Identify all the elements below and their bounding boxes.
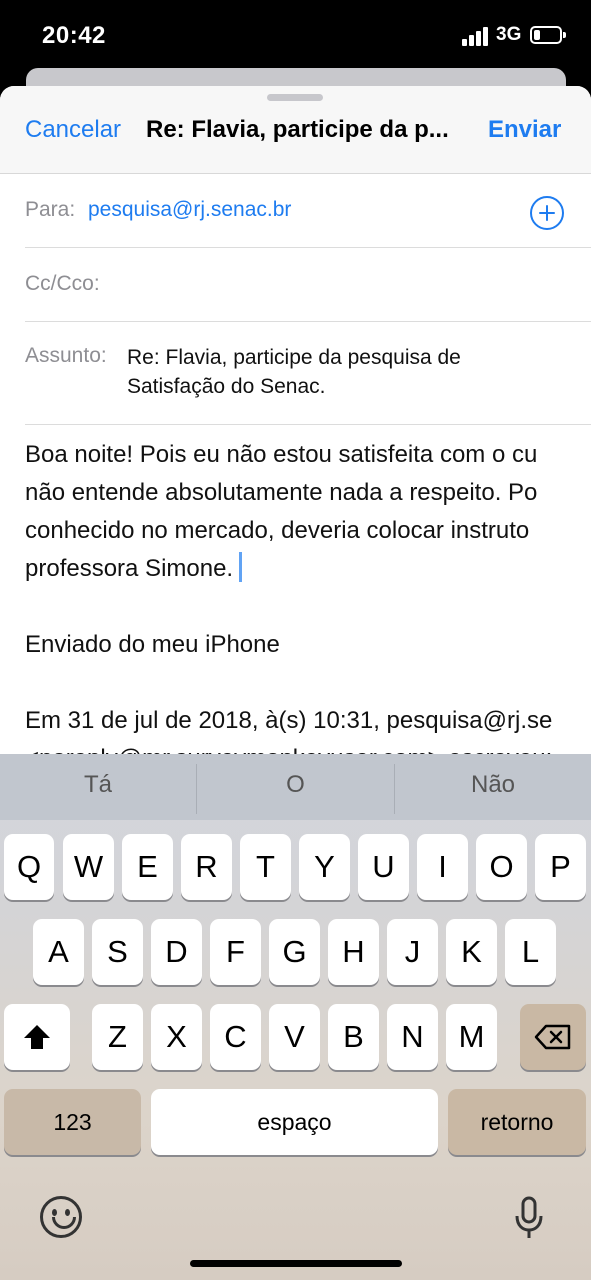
microphone-icon[interactable] [512,1196,546,1240]
space-key[interactable]: espaço [151,1089,438,1155]
backspace-key[interactable] [520,1004,586,1070]
send-button[interactable]: Enviar [488,116,561,144]
key-a[interactable]: A [33,919,84,985]
to-recipient[interactable]: pesquisa@rj.senac.br [88,198,291,222]
prediction-1[interactable]: Tá [0,754,196,820]
numbers-key[interactable]: 123 [4,1089,141,1155]
subject-label: Assunto: [25,344,107,367]
to-field[interactable]: Para: pesquisa@rj.senac.br [25,174,591,248]
cellular-signal-icon [462,26,490,46]
text-cursor [239,552,243,582]
key-l[interactable]: L [505,919,556,985]
return-key[interactable]: retorno [448,1089,586,1155]
compose-title: Re: Flavia, participe da p... [146,116,449,143]
body-line: professora Simone. [25,555,234,582]
key-x[interactable]: X [151,1004,202,1070]
key-k[interactable]: K [446,919,497,985]
key-b[interactable]: B [328,1004,379,1070]
body-line: conhecido no mercado, deveria colocar in… [25,517,530,544]
status-bar: 20:42 3G [0,0,591,72]
key-d[interactable]: D [151,919,202,985]
subject-line: Satisfação do Senac. [127,375,326,398]
compose-sheet: Cancelar Re: Flavia, participe da p... E… [0,86,591,766]
prediction-3[interactable]: Não [395,754,591,820]
key-f[interactable]: F [210,919,261,985]
battery-icon [530,26,566,44]
shift-icon [24,1025,50,1049]
key-i[interactable]: I [417,834,468,900]
key-c[interactable]: C [210,1004,261,1070]
sheet-grabber[interactable] [267,94,323,101]
key-s[interactable]: S [92,919,143,985]
key-q[interactable]: Q [4,834,54,900]
body-line: Em 31 de jul de 2018, à(s) 10:31, pesqui… [25,707,553,734]
body-line [25,664,591,702]
key-j[interactable]: J [387,919,438,985]
to-label: Para: [25,198,76,221]
body-line: Boa noite! Pois eu não estou satisfeita … [25,441,538,468]
cc-bcc-label: Cc/Cco: [25,272,100,295]
key-y[interactable]: Y [299,834,350,900]
backspace-icon [534,1024,571,1050]
body-line-with-cursor: professora Simone. [25,550,591,588]
body-line: não entende absolutamente nada a respeit… [25,479,538,506]
add-contact-icon[interactable] [530,196,564,230]
compose-nav-bar: Cancelar Re: Flavia, participe da p... E… [0,86,591,174]
network-type: 3G [496,24,522,45]
body-line: Enviado do meu iPhone [25,631,280,658]
subject-value[interactable]: Re: Flavia, participe da pesquisa de Sat… [127,343,557,401]
key-u[interactable]: U [358,834,409,900]
key-n[interactable]: N [387,1004,438,1070]
predictive-bar: Tá O Não [0,754,591,820]
message-body[interactable]: Boa noite! Pois eu não estou satisfeita … [25,436,591,766]
key-t[interactable]: T [240,834,291,900]
key-m[interactable]: M [446,1004,497,1070]
key-p[interactable]: P [535,834,586,900]
emoji-icon[interactable] [40,1196,82,1238]
key-r[interactable]: R [181,834,232,900]
subject-line: Re: Flavia, participe da pesquisa de [127,346,461,369]
body-line [25,588,591,626]
key-g[interactable]: G [269,919,320,985]
subject-field[interactable]: Assunto: Re: Flavia, participe da pesqui… [25,322,591,425]
shift-key[interactable] [4,1004,70,1070]
key-w[interactable]: W [63,834,114,900]
prediction-2[interactable]: O [197,754,394,820]
status-time: 20:42 [42,22,106,49]
key-e[interactable]: E [122,834,173,900]
key-h[interactable]: H [328,919,379,985]
key-o[interactable]: O [476,834,527,900]
home-indicator[interactable] [190,1260,402,1267]
key-z[interactable]: Z [92,1004,143,1070]
key-v[interactable]: V [269,1004,320,1070]
cancel-button[interactable]: Cancelar [25,116,121,144]
cc-bcc-field[interactable]: Cc/Cco: [25,248,591,322]
